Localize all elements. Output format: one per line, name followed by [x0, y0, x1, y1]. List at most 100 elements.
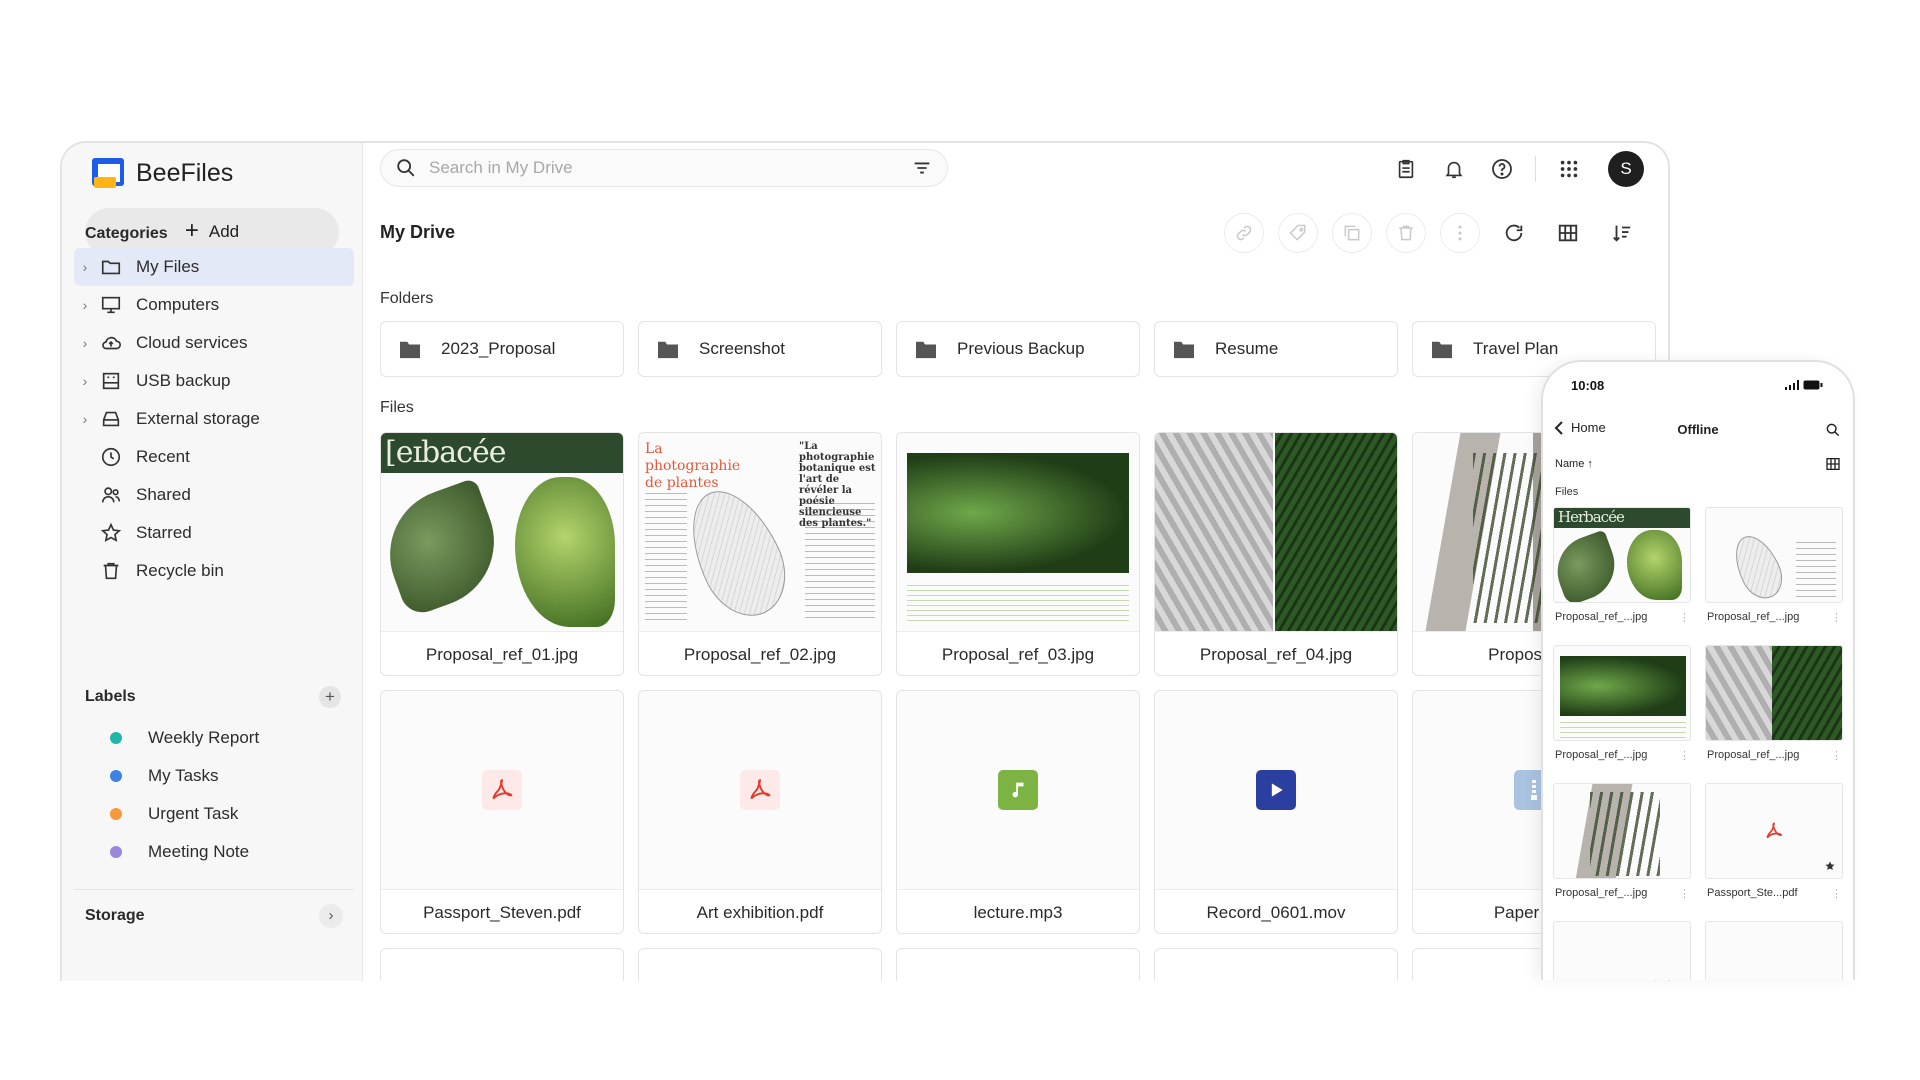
label-item-text: My Tasks	[148, 766, 219, 785]
trash-icon	[1399, 225, 1413, 241]
image-thumbnail	[1705, 645, 1843, 741]
toolbar	[1224, 213, 1642, 253]
folder-list: 2023_Proposal Screenshot Previous Backup…	[380, 321, 1656, 377]
sidebar-item-computers[interactable]: › Computers	[74, 286, 354, 324]
mobile-file-name: Proposal_ref_...jpg	[1555, 749, 1648, 761]
image-thumbnail	[897, 433, 1139, 631]
grid-view-icon[interactable]	[1825, 456, 1841, 477]
sidebar-item-starred[interactable]: Starred	[74, 514, 354, 552]
thumbnail-text: [eɪbacée	[385, 435, 506, 470]
status-icons	[1785, 380, 1823, 390]
storage-expand-button[interactable]: ›	[319, 904, 343, 928]
file-card[interactable]	[1154, 948, 1398, 981]
file-card[interactable]: Passport_Steven.pdf	[380, 690, 624, 934]
chevron-right-icon[interactable]: ›	[74, 259, 96, 275]
folder-item[interactable]: Resume	[1154, 321, 1398, 377]
file-card[interactable]	[638, 948, 882, 981]
mobile-file-grid: Herbacée Proposal_ref_...jpg ⋮ Proposal_r…	[1553, 507, 1843, 980]
copy-button[interactable]	[1332, 213, 1372, 253]
file-name: Proposal_ref_01.jpg	[381, 631, 623, 675]
help-icon[interactable]	[1487, 154, 1517, 184]
more-vertical-icon[interactable]: ⋮	[1831, 887, 1842, 900]
sidebar-item-external-storage[interactable]: › External storage	[74, 400, 354, 438]
search-input[interactable]	[429, 158, 899, 178]
delete-button[interactable]	[1386, 213, 1426, 253]
app-logo[interactable]: BeeFiles	[92, 155, 233, 191]
bell-icon[interactable]	[1439, 154, 1469, 184]
folder-item[interactable]: Previous Backup	[896, 321, 1140, 377]
label-item-urgent-task[interactable]: Urgent Task	[74, 795, 354, 833]
image-thumbnail: La photographie de plantes "La photograp…	[639, 433, 881, 631]
file-card[interactable]: Proposal_ref_04.jpg	[1154, 432, 1398, 676]
sidebar-item-usb-backup[interactable]: › USB backup	[74, 362, 354, 400]
clipboard-icon[interactable]	[1391, 154, 1421, 184]
pdf-icon	[1766, 822, 1783, 839]
star-badge-icon	[1825, 861, 1835, 870]
file-card[interactable]: lecture.mp3	[896, 690, 1140, 934]
chevron-right-icon[interactable]: ›	[74, 373, 96, 389]
sidebar-item-shared[interactable]: Shared	[74, 476, 354, 514]
filter-icon[interactable]	[911, 157, 933, 179]
file-card[interactable]: Record_0601.mov	[1154, 690, 1398, 934]
page-title: My Drive	[380, 222, 456, 242]
sidebar-item-label: My Files	[136, 257, 200, 276]
folder-name: Previous Backup	[957, 339, 1085, 358]
mobile-file-name: Proposal_ref_...jpg	[1555, 611, 1648, 623]
sidebar-item-label: Computers	[136, 295, 220, 314]
mobile-file-card[interactable]: Passport_Ste...pdf ⋮	[1705, 783, 1843, 907]
battery-icon	[1803, 380, 1823, 390]
file-card[interactable]	[896, 948, 1140, 981]
refresh-button[interactable]	[1494, 213, 1534, 253]
sidebar-item-recycle-bin[interactable]: Recycle bin	[74, 552, 354, 590]
add-label-button[interactable]: +	[319, 686, 341, 708]
star-icon	[100, 522, 122, 544]
sort-button[interactable]	[1602, 213, 1642, 253]
sidebar-item-my-files[interactable]: › My Files	[74, 248, 354, 286]
more-button[interactable]	[1440, 213, 1480, 253]
search-bar[interactable]	[380, 149, 948, 187]
mobile-file-card[interactable]: Proposal_ref_...jpg ⋮	[1553, 783, 1691, 907]
file-card[interactable]: [eɪbacée Proposal_ref_01.jpg	[380, 432, 624, 676]
mobile-file-card[interactable]	[1553, 921, 1691, 980]
folder-icon	[100, 256, 122, 278]
pdf-icon	[740, 770, 780, 810]
mobile-file-card[interactable]: Proposal_ref_...jpg ⋮	[1705, 507, 1843, 631]
folder-item[interactable]: 2023_Proposal	[380, 321, 624, 377]
file-card[interactable]: Art exhibition.pdf	[638, 690, 882, 934]
label-item-my-tasks[interactable]: My Tasks	[74, 757, 354, 795]
folder-icon	[916, 341, 936, 359]
label-color-dot	[110, 808, 122, 820]
label-item-meeting-note[interactable]: Meeting Note	[74, 833, 354, 871]
search-icon[interactable]	[1825, 422, 1841, 443]
apps-grid-icon[interactable]	[1554, 154, 1584, 184]
link-button[interactable]	[1224, 213, 1264, 253]
music-note-icon	[998, 770, 1038, 810]
mobile-page-title: Offline	[1677, 422, 1719, 437]
avatar[interactable]: S	[1608, 151, 1644, 187]
chevron-right-icon[interactable]: ›	[74, 411, 96, 427]
file-thumbnail	[1705, 783, 1843, 879]
more-vertical-icon[interactable]: ⋮	[1679, 749, 1690, 762]
sidebar-item-cloud-services[interactable]: › Cloud services	[74, 324, 354, 362]
file-card[interactable]: Proposal_ref_03.jpg	[896, 432, 1140, 676]
folder-item[interactable]: Screenshot	[638, 321, 882, 377]
file-thumbnail	[1705, 921, 1843, 980]
sidebar-item-recent[interactable]: Recent	[74, 438, 354, 476]
grid-view-button[interactable]	[1548, 213, 1588, 253]
file-card[interactable]	[380, 948, 624, 981]
chevron-right-icon[interactable]: ›	[74, 297, 96, 313]
more-vertical-icon[interactable]: ⋮	[1831, 749, 1842, 762]
chevron-right-icon[interactable]: ›	[74, 335, 96, 351]
mobile-file-card[interactable]: Proposal_ref_...jpg ⋮	[1705, 645, 1843, 769]
more-vertical-icon[interactable]: ⋮	[1679, 887, 1690, 900]
more-vertical-icon[interactable]: ⋮	[1679, 611, 1690, 624]
mobile-file-card[interactable]: Proposal_ref_...jpg ⋮	[1553, 645, 1691, 769]
mobile-file-card[interactable]	[1705, 921, 1843, 980]
mobile-file-card[interactable]: Herbacée Proposal_ref_...jpg ⋮	[1553, 507, 1691, 631]
sort-selector[interactable]: Name ↑	[1555, 458, 1593, 470]
image-thumbnail	[1553, 645, 1691, 741]
more-vertical-icon[interactable]: ⋮	[1831, 611, 1842, 624]
tag-button[interactable]	[1278, 213, 1318, 253]
label-item-weekly-report[interactable]: Weekly Report	[74, 719, 354, 757]
file-card[interactable]: La photographie de plantes "La photograp…	[638, 432, 882, 676]
